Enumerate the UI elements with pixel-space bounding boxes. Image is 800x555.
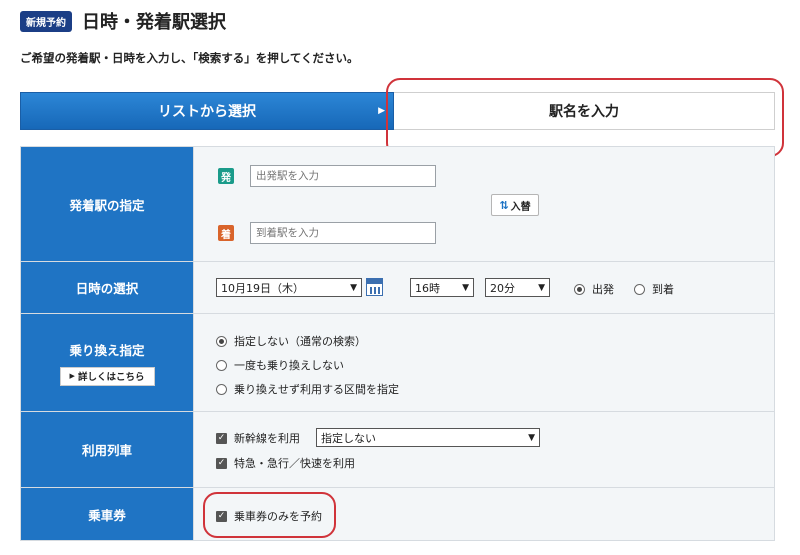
checkbox-express[interactable]: ✓ 特急・急行／快速を利用 bbox=[216, 455, 355, 471]
row-ticket: 乗車券 ✓ 乗車券のみを予約 bbox=[21, 488, 774, 540]
shinkansen-select[interactable]: 指定しない ▼ bbox=[316, 428, 540, 447]
tab-list-select-label: リストから選択 bbox=[158, 104, 256, 120]
departure-station-input[interactable] bbox=[250, 165, 436, 187]
stations-field: 発 ⇅ 入替 着 bbox=[194, 147, 774, 261]
label-trains: 利用列車 bbox=[21, 412, 194, 487]
highlight-annotation-ticket bbox=[203, 492, 336, 538]
transfer-details-button[interactable]: ▶ 詳しくはこちら bbox=[59, 366, 155, 386]
hour-select[interactable]: 16時 ▼ bbox=[410, 278, 474, 297]
new-reservation-badge: 新規予約 bbox=[20, 10, 72, 32]
chevron-down-icon: ▼ bbox=[528, 432, 535, 443]
radio-transfer-section[interactable]: 乗り換えせず利用する区間を指定 bbox=[216, 381, 399, 397]
checkbox-shinkansen[interactable]: ✓ 新幹線を利用 bbox=[216, 430, 300, 446]
chevron-down-icon: ▼ bbox=[350, 282, 357, 293]
tab-list-select[interactable]: リストから選択 ▶ bbox=[20, 92, 394, 130]
radio-transfer-default[interactable]: 指定しない（通常の検索） bbox=[216, 333, 366, 349]
row-trains: 利用列車 ✓ 新幹線を利用 指定しない ▼ ✓ 特急・急行／快速を利用 bbox=[21, 412, 774, 488]
departure-row: 発 bbox=[218, 165, 436, 187]
radio-arrival-indicator bbox=[634, 283, 645, 295]
calendar-icon[interactable] bbox=[366, 278, 383, 296]
minute-select[interactable]: 20分 ▼ bbox=[485, 278, 550, 297]
play-triangle-icon: ▶ bbox=[69, 372, 75, 380]
swap-arrows-icon: ⇅ bbox=[499, 198, 509, 212]
radio-transfer-none[interactable]: 一度も乗り換えしない bbox=[216, 357, 344, 373]
arrival-icon: 着 bbox=[218, 225, 234, 241]
datetime-field: 10月19日（木） ▼ 16時 ▼ 20分 ▼ 出発 到着 bbox=[194, 262, 774, 313]
swap-stations-button[interactable]: ⇅ 入替 bbox=[491, 194, 539, 216]
row-transfer: 乗り換え指定 ▶ 詳しくはこちら 指定しない（通常の検索） 一度も乗り換えしない … bbox=[21, 314, 774, 412]
checkmark-icon: ✓ bbox=[216, 457, 227, 469]
departure-icon: 発 bbox=[218, 168, 234, 184]
arrival-row: 着 bbox=[218, 222, 436, 244]
label-stations: 発着駅の指定 bbox=[21, 147, 194, 261]
date-select[interactable]: 10月19日（木） ▼ bbox=[216, 278, 362, 297]
radio-transfer-default-indicator bbox=[216, 335, 227, 347]
page-title: 日時・発着駅選択 bbox=[82, 12, 226, 33]
chevron-down-icon: ▼ bbox=[538, 282, 545, 293]
radio-departure-indicator bbox=[574, 283, 585, 295]
transfer-field: 指定しない（通常の検索） 一度も乗り換えしない 乗り換えせず利用する区間を指定 bbox=[194, 314, 774, 411]
trains-field: ✓ 新幹線を利用 指定しない ▼ ✓ 特急・急行／快速を利用 bbox=[194, 412, 774, 487]
chevron-down-icon: ▼ bbox=[462, 282, 469, 293]
label-ticket: 乗車券 bbox=[21, 488, 194, 540]
radio-transfer-none-indicator bbox=[216, 359, 227, 371]
label-datetime: 日時の選択 bbox=[21, 262, 194, 313]
row-stations: 発着駅の指定 発 ⇅ 入替 着 bbox=[21, 147, 774, 262]
page-header: 新規予約 日時・発着駅選択 bbox=[20, 8, 226, 34]
label-transfer: 乗り換え指定 ▶ 詳しくはこちら bbox=[21, 314, 194, 411]
checkmark-icon: ✓ bbox=[216, 432, 227, 444]
chevron-right-icon: ▶ bbox=[378, 106, 385, 116]
search-form: 発着駅の指定 発 ⇅ 入替 着 日時の選択 10月19日（木）▼ 16時▼ bbox=[20, 146, 775, 541]
arrival-station-input[interactable] bbox=[250, 222, 436, 244]
radio-departure[interactable]: 出発 bbox=[574, 281, 614, 297]
row-datetime: 日時の選択 10月19日（木） ▼ 16時 ▼ 20分 ▼ 出発 到着 bbox=[21, 262, 774, 314]
radio-arrival[interactable]: 到着 bbox=[634, 281, 674, 297]
radio-transfer-section-indicator bbox=[216, 383, 227, 395]
instruction-text: ご希望の発着駅・日時を入力し、「検索する」を押してください。 bbox=[20, 51, 359, 65]
